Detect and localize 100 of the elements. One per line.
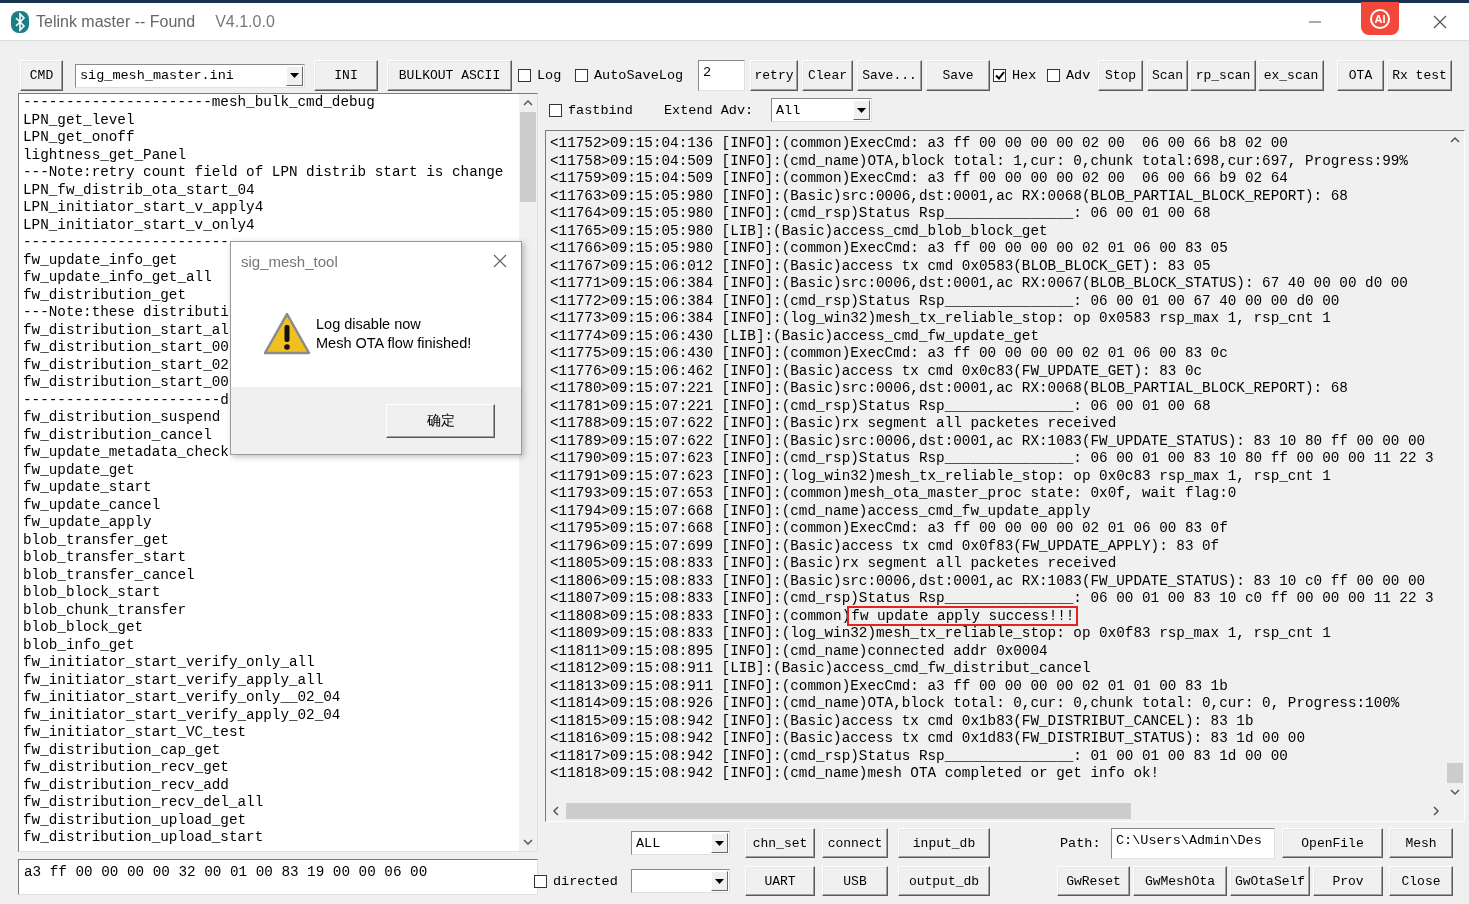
button[interactable]: UART (745, 866, 815, 896)
list-item[interactable]: blob_chunk_transfer (23, 601, 519, 619)
checkbox-label[interactable]: Hex (1012, 68, 1037, 83)
list-item[interactable]: fw_distribution_upload_get (23, 811, 519, 829)
checkbox[interactable] (534, 874, 547, 888)
button[interactable]: Stop (1098, 60, 1143, 91)
command-input[interactable]: a3 ff 00 00 00 00 32 00 01 00 83 19 00 00 06 00 (18, 859, 538, 895)
scrollbar-thumb[interactable] (1447, 763, 1463, 783)
list-item[interactable]: blob_info_get (23, 636, 519, 654)
highlighted-text: fw update apply success!!! (847, 605, 1079, 626)
list-item[interactable]: blob_block_start (23, 584, 519, 602)
checkbox[interactable] (549, 103, 562, 117)
list-item[interactable]: fw_initiator_start_verify_only__02_04 (23, 689, 519, 707)
checkbox-label[interactable]: AutoSaveLog (594, 68, 684, 83)
close-icon[interactable] (1433, 14, 1447, 29)
checkbox[interactable] (1047, 69, 1060, 82)
input-field[interactable]: C:\Users\Admin\Des (1111, 827, 1275, 859)
checkbox[interactable] (993, 69, 1006, 82)
list-item[interactable]: LPN_fw_distrib_ota_start_04 (23, 181, 519, 199)
button[interactable]: Rx test (1387, 60, 1452, 91)
caret-icon (290, 73, 299, 78)
dropdown[interactable]: ALL (631, 831, 730, 855)
list-item[interactable]: fw_initiator_start_verify_apply_all (23, 671, 519, 689)
close-icon[interactable] (493, 254, 507, 268)
scroll-up-icon[interactable] (523, 99, 533, 107)
warning-icon (262, 310, 312, 357)
scroll-down-icon[interactable] (1450, 788, 1460, 796)
list-item[interactable]: blob_transfer_start (23, 549, 519, 567)
list-item[interactable]: fw_initiator_start_verify_apply_02_04 (23, 706, 519, 724)
list-item[interactable]: fw_update_apply (23, 514, 519, 532)
scroll-up-icon[interactable] (1450, 136, 1460, 144)
list-item[interactable]: fw_distribution_cap_get (23, 741, 519, 759)
button[interactable]: retry (750, 60, 798, 91)
list-item[interactable]: blob_transfer_cancel (23, 566, 519, 584)
scrollbar-thumb[interactable] (520, 112, 536, 202)
scroll-down-icon[interactable] (523, 838, 533, 846)
log-line: <11815>09:15:08:942 [INFO]:(Basic)access tx cmd 0x1b83(FW_DISTRIBUT_CANCEL): 83 1b (550, 712, 1255, 730)
button[interactable]: INI (314, 60, 378, 91)
button[interactable]: connect (822, 828, 888, 858)
log-line: <11772>09:15:06:384 [INFO]:(cmd_rsp)Status Rsp_______________: 06 00 01 00 67 40 00 00 d0 00 (550, 292, 1341, 310)
button[interactable]: CMD (20, 60, 63, 91)
checkbox[interactable] (575, 69, 588, 82)
window-title: Telink master -- Found (36, 12, 196, 31)
log-line: <11793>09:15:07:653 [INFO]:(common)mesh_ota_master_proc state: 0x0f, wait flag:0 (550, 485, 1238, 503)
list-item[interactable]: LPN_initiator_start_v_apply4 (23, 199, 519, 217)
dropdown[interactable]: sig_mesh_master.ini (75, 63, 305, 88)
list-item[interactable]: fw_update_start (23, 479, 519, 497)
checkbox-label[interactable]: directed (553, 873, 618, 889)
button[interactable]: GwReset (1057, 866, 1130, 896)
dialog-title: sig_mesh_tool (241, 252, 339, 270)
input-field[interactable]: 2 (698, 60, 745, 91)
ok-button[interactable]: 确定 (386, 403, 495, 438)
button[interactable]: USB (822, 866, 888, 896)
log-line: <11817>09:15:08:942 [INFO]:(cmd_rsp)Status Rsp_______________: 01 00 01 00 83 1d 00 00 (550, 747, 1289, 765)
checkbox-label[interactable]: Log (537, 68, 562, 83)
list-item[interactable]: blob_transfer_get (23, 531, 519, 549)
list-item[interactable]: blob_block_get (23, 619, 519, 637)
log-line: <11774>09:15:06:430 [LIB]:(Basic)access_cmd_fw_update_get (550, 327, 1041, 345)
list-item[interactable]: ----------------------mesh_bulk_cmd_debug (23, 94, 519, 112)
scroll-right-icon[interactable] (1432, 806, 1440, 816)
scrollbar-thumb[interactable] (566, 803, 1131, 819)
button[interactable]: GwMeshOta (1133, 866, 1227, 896)
list-item[interactable]: lightness_get_Panel (23, 146, 519, 164)
vertical-scrollbar[interactable] (519, 94, 537, 851)
list-item[interactable]: ---Note:retry count field of LPN distrib start is change (23, 164, 519, 182)
button[interactable]: Prov (1313, 866, 1383, 896)
button[interactable]: Save... (857, 60, 922, 91)
list-item[interactable]: fw_update_get (23, 461, 519, 479)
button[interactable]: Mesh (1389, 828, 1453, 858)
button[interactable]: chn_set (745, 828, 815, 858)
list-item[interactable]: LPN_get_level (23, 111, 519, 129)
checkbox[interactable] (518, 69, 531, 82)
button[interactable]: BULKOUT ASCII (387, 60, 512, 91)
list-item[interactable]: fw_update_cancel (23, 496, 519, 514)
checkbox-label[interactable]: fastbind (568, 102, 633, 118)
list-item[interactable]: fw_initiator_start_VC_test (23, 724, 519, 742)
dropdown[interactable]: All (771, 98, 872, 122)
scroll-left-icon[interactable] (552, 806, 560, 816)
assistant-badge[interactable]: AI (1361, 2, 1399, 35)
list-item[interactable]: fw_initiator_start_verify_only_all (23, 654, 519, 672)
checkbox-label[interactable]: Adv (1066, 68, 1091, 83)
list-item[interactable]: fw_distribution_upload_start (23, 829, 519, 847)
dropdown[interactable] (631, 869, 730, 893)
list-item[interactable]: LPN_get_onoff (23, 129, 519, 147)
button[interactable]: Close (1389, 866, 1453, 896)
button[interactable]: ex_scan (1258, 60, 1324, 91)
button[interactable]: GwOtaSelf (1230, 866, 1310, 896)
list-item[interactable]: LPN_initiator_start_v_only4 (23, 216, 519, 234)
list-item[interactable]: fw_distribution_recv_add (23, 776, 519, 794)
button[interactable]: OTA (1337, 60, 1384, 91)
list-item[interactable]: fw_distribution_recv_del_all (23, 794, 519, 812)
button[interactable]: Clear (802, 60, 853, 91)
list-item[interactable]: fw_distribution_recv_get (23, 759, 519, 777)
button[interactable]: input_db (898, 828, 990, 858)
button[interactable]: Scan (1147, 60, 1188, 91)
log-line: <11816>09:15:08:942 [INFO]:(Basic)access tx cmd 0x1d83(FW_DISTRIBUT_STATUS): 83 1d 00 00 (550, 730, 1306, 748)
button[interactable]: output_db (898, 866, 990, 896)
button[interactable]: OpenFile (1282, 828, 1383, 858)
button[interactable]: rp_scan (1190, 60, 1256, 91)
button[interactable]: Save (926, 60, 990, 91)
